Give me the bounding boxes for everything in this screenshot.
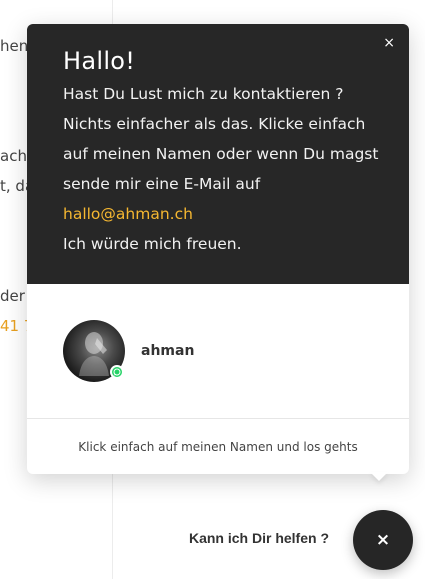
background-text: ach	[0, 147, 27, 165]
agent-contact-button[interactable]: ahman	[63, 320, 363, 382]
close-icon: ×	[375, 530, 391, 550]
person-silhouette-icon	[79, 332, 109, 376]
message-line: Nichts einfacher als das. Klicke einfach	[63, 115, 366, 133]
background-text: hen	[0, 37, 29, 55]
chat-popup: × Hallo! Hast Du Lust mich zu kontaktier…	[27, 24, 409, 474]
message-line: Ich würde mich freuen.	[63, 235, 242, 253]
message-line: auf meinen Namen oder wenn Du magst	[63, 145, 379, 163]
message-line: Hast Du Lust mich zu kontaktieren ?	[63, 85, 344, 103]
avatar	[63, 320, 125, 382]
popup-pointer	[370, 472, 388, 481]
chat-launcher-close-button[interactable]: ×	[353, 510, 413, 570]
background-text: der	[0, 287, 25, 305]
whatsapp-icon	[110, 365, 124, 379]
popup-title: Hallo!	[63, 47, 136, 75]
popup-footer-text: Klick einfach auf meinen Namen und los g…	[78, 439, 358, 454]
help-label[interactable]: Kann ich Dir helfen ?	[189, 530, 329, 546]
popup-message: Hast Du Lust mich zu kontaktieren ? Nich…	[63, 79, 379, 259]
close-icon[interactable]: ×	[383, 36, 395, 50]
popup-header: × Hallo! Hast Du Lust mich zu kontaktier…	[27, 24, 409, 284]
agent-name: ahman	[141, 343, 195, 359]
email-link[interactable]: hallo@ahman.ch	[63, 205, 193, 223]
message-line: sende mir eine E-Mail auf	[63, 175, 261, 193]
